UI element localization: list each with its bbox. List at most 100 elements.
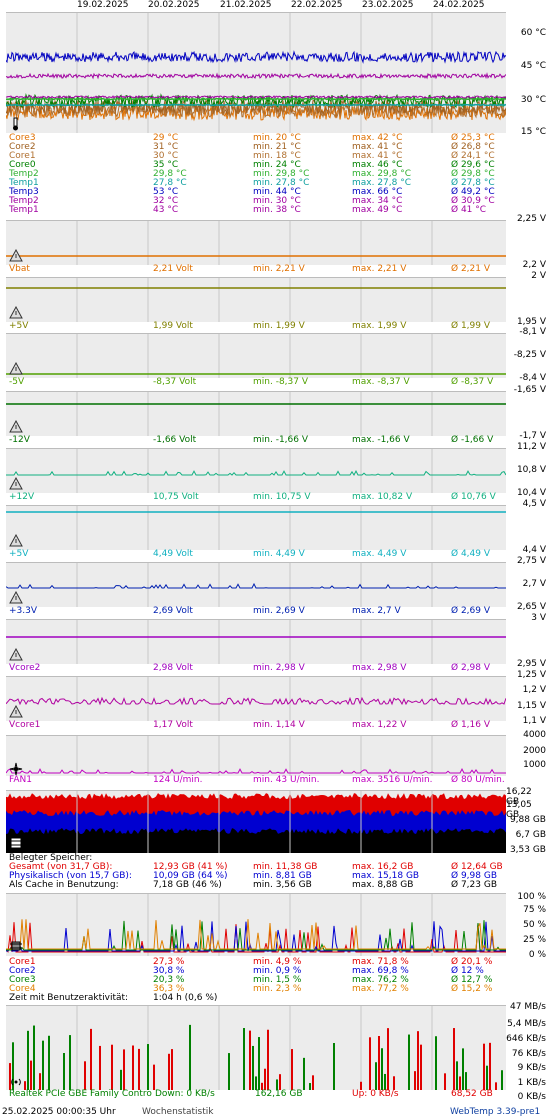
series-name: +3.3V [9, 606, 38, 616]
series-min: min. -1,66 V [253, 435, 308, 445]
traffic-bar [435, 1036, 437, 1090]
series-avg: Ø 80 U/min. [451, 775, 505, 785]
traffic-bar [420, 1044, 422, 1090]
fan-icon [9, 762, 23, 776]
footer-brand-link[interactable]: WebTemp 3.39-pre1 [450, 1107, 540, 1117]
legend-row: +12V 10,75 Volt min. 10,75 V max. 10,82 V Ø … [9, 493, 509, 502]
axis-tick: 2,75 V [516, 556, 546, 566]
axis-tick: 45 °C [520, 61, 546, 71]
axis-tick: 75 % [523, 905, 546, 915]
traffic-bar [414, 1071, 416, 1090]
axis-tick: 9 KB/s [517, 1063, 546, 1073]
series-name: +5V [9, 549, 29, 559]
voltage-axis-vbat: 2,25 V 2,2 V [506, 214, 550, 270]
axis-tick: 1,1 V [522, 716, 546, 726]
traffic-bar [84, 1061, 86, 1090]
series-max: max. -8,37 V [352, 377, 410, 387]
axis-tick: 1,15 V [516, 701, 546, 711]
footer-mode[interactable]: Wochenstatistik [142, 1107, 213, 1117]
voltage-axis-m5v: -8,1 V -8,25 V -8,4 V [506, 327, 550, 383]
traffic-bar [279, 1074, 281, 1090]
series-avg: Ø 41 °C [451, 205, 487, 215]
series-name: +5V [9, 321, 29, 331]
voltage-graph-vbat [6, 220, 506, 265]
axis-tick: 30 °C [520, 95, 546, 105]
cpu-axis: 100 % 75 % 50 % 25 % 0 % [506, 890, 550, 960]
series-current: 10,75 Volt [153, 492, 199, 502]
temperature-axis: 60 °C 45 °C 30 °C 15 °C [506, 12, 550, 137]
traffic-bar [444, 1073, 446, 1090]
legend-row: -12V -1,66 Volt min. -1,66 V max. -1,66 V Ø … [9, 436, 509, 445]
footer: 25.02.2025 00:00:35 Uhr Wochenstatistik … [0, 1106, 550, 1120]
series-min: min. 2,69 V [253, 606, 305, 616]
network-axis: 47 MB/s 5,4 MB/s 646 KB/s 76 KB/s 9 KB/s… [506, 1000, 550, 1102]
temperature-graph [6, 12, 506, 133]
series-line-vcore1 [6, 696, 506, 706]
series-name: Vbat [9, 264, 30, 274]
series-line-p12v [6, 470, 506, 477]
traffic-bar [309, 1083, 311, 1090]
axis-tick: 0 % [528, 950, 546, 960]
memory-graph [6, 790, 506, 853]
traffic-bar [483, 1043, 485, 1090]
traffic-bar [501, 1070, 503, 1090]
upload-total: 68,52 GB [451, 1089, 493, 1099]
axis-tick: 1,95 V [516, 317, 546, 327]
series-name: Temp1 [9, 205, 39, 215]
series-current: 1,99 Volt [153, 321, 193, 331]
legend-row: Als Cache in Benutzung: 7,18 GB (46 %) min… [9, 881, 509, 890]
traffic-bar [228, 1053, 230, 1090]
warning-triangle-icon [9, 420, 23, 434]
traffic-bar [243, 1028, 245, 1090]
axis-tick: 47 MB/s [510, 1002, 546, 1012]
series-current: 124 U/min. [153, 775, 203, 785]
axis-tick: 100 % [517, 892, 546, 902]
activity-row: Zeit mit Benutzeraktivität: 1:04 h (0,6 … [9, 994, 509, 1003]
series-max: max. 1,22 V [352, 720, 407, 730]
cpu-graph [6, 893, 506, 956]
axis-tick: -1,7 V [519, 431, 546, 441]
traffic-bar [408, 1034, 410, 1090]
adapter-name: Realtek PCIe GBE Family Contro [9, 1089, 152, 1099]
series-line-p33v [6, 582, 506, 589]
traffic-bar [90, 1028, 92, 1090]
traffic-bar [264, 1068, 266, 1090]
axis-tick: 1,25 V [516, 670, 546, 680]
axis-tick: 2,25 V [516, 214, 546, 224]
series-max: max. 8,88 GB [352, 880, 414, 890]
series-current: 1,17 Volt [153, 720, 193, 730]
series-min: min. 2,21 V [253, 264, 305, 274]
series-min: min. 1,14 V [253, 720, 305, 730]
warning-triangle-icon [9, 648, 23, 662]
voltage-graph-p5v [6, 277, 506, 322]
voltage-graph-p5vb [6, 505, 506, 550]
series-name: Vcore2 [9, 663, 41, 673]
series-max: max. 2,98 V [352, 663, 407, 673]
date-label: 19.02.2025 [77, 0, 129, 10]
traffic-bar [333, 1043, 335, 1090]
traffic-bar [255, 1076, 257, 1090]
voltage-axis-p5vb: 4,5 V 4,4 V [506, 499, 550, 555]
traffic-bar [312, 1075, 314, 1090]
network-graph [6, 1005, 506, 1090]
date-label: 23.02.2025 [362, 0, 414, 10]
activity-value: 1:04 h (0,6 %) [153, 993, 218, 1003]
traffic-bar [132, 1045, 134, 1090]
series-avg: Ø 2,69 V [451, 606, 491, 616]
series-avg: Ø 1,99 V [451, 321, 491, 331]
axis-tick: 11,2 V [516, 442, 546, 452]
series-current: -8,37 Volt [153, 377, 197, 387]
traffic-bar [486, 1065, 488, 1090]
series-name: -12V [9, 435, 30, 445]
traffic-bar [462, 1048, 464, 1090]
series-line-fan1 [6, 768, 506, 774]
axis-tick: 1 KB/s [517, 1078, 546, 1088]
warning-triangle-icon [9, 591, 23, 605]
voltage-axis-vcore1: 1,25 V 1,2 V 1,15 V 1,1 V [506, 670, 550, 726]
warning-triangle-icon [9, 249, 23, 263]
warning-triangle-icon [9, 477, 23, 491]
series-avg: Ø -8,37 V [451, 377, 494, 387]
axis-tick: 4,4 V [522, 545, 546, 555]
series-max: max. 4,49 V [352, 549, 407, 559]
axis-tick: 76 KB/s [511, 1049, 546, 1059]
